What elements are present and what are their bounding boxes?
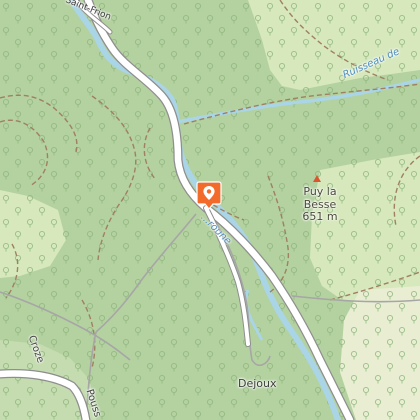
peak-label: Puy la Besse 651 m bbox=[292, 185, 348, 224]
label-dejoux: Dejoux bbox=[238, 377, 277, 390]
map-view[interactable]: Saint-Frion Ruisseau de ...roune Puy la … bbox=[0, 0, 420, 420]
location-pin-icon[interactable] bbox=[196, 180, 222, 210]
peak-elevation: 651 m bbox=[302, 210, 338, 224]
peak-name: Puy la bbox=[303, 185, 337, 198]
